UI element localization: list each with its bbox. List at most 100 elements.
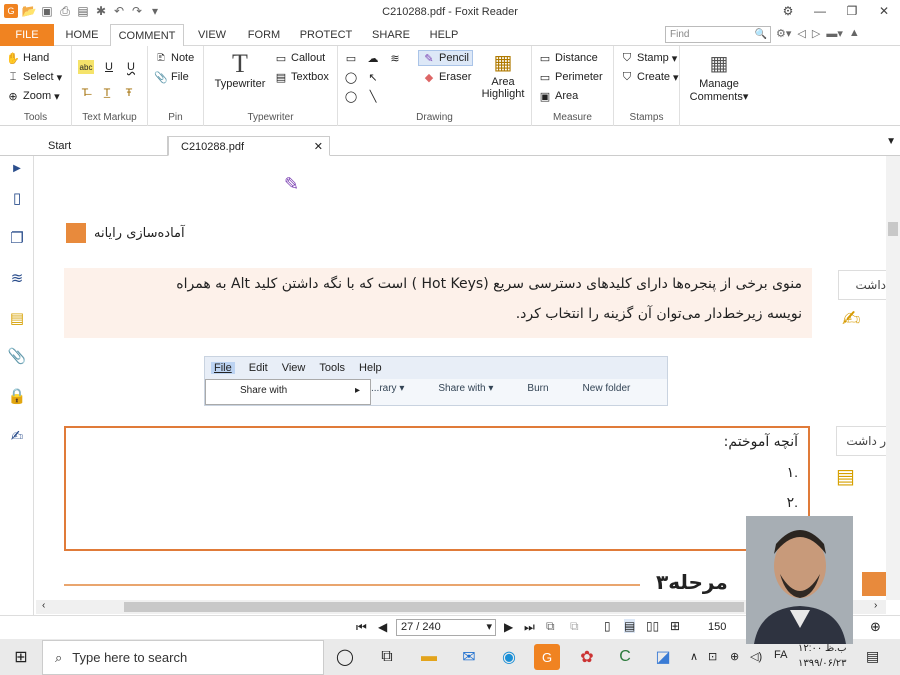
prev-page-icon[interactable]: ◀ xyxy=(378,620,387,634)
app-icon[interactable]: ◪ xyxy=(650,644,676,670)
camtasia-icon[interactable]: C xyxy=(612,644,638,670)
close-tab-button[interactable]: ✕ xyxy=(314,137,323,157)
highlight-icon[interactable]: abc xyxy=(78,60,94,74)
select-tool[interactable]: ⌶ Select ▾ xyxy=(6,70,62,84)
comments-icon[interactable]: ▤ xyxy=(7,308,27,328)
scroll-right-icon[interactable]: › xyxy=(874,600,877,611)
collapse-icon[interactable]: ▲ xyxy=(849,27,860,40)
clock-time[interactable]: ۱۲:۰۰ ب.ظ xyxy=(798,643,847,654)
tab-share[interactable]: SHARE xyxy=(366,24,416,46)
tab-file[interactable]: FILE xyxy=(0,24,54,46)
tab-start[interactable]: Start xyxy=(36,136,168,156)
network-icon[interactable]: ⊡ xyxy=(708,650,717,663)
circle-icon[interactable]: ◯ xyxy=(344,89,358,103)
scroll-left-icon[interactable]: ‹ xyxy=(42,600,45,611)
hand-tool[interactable]: ✋ Hand xyxy=(6,51,49,65)
single-page-icon[interactable]: ▯ xyxy=(604,619,611,633)
create-stamp-tool[interactable]: ⛉ Create ▾ xyxy=(620,70,679,84)
task-view-icon[interactable]: ⧉ xyxy=(374,644,400,670)
page-number-input[interactable]: 27 / 240 ▾ xyxy=(396,619,496,636)
tab-protect[interactable]: PROTECT xyxy=(296,24,356,46)
language-indicator[interactable]: FA xyxy=(774,649,787,661)
underline-icon[interactable]: U xyxy=(102,60,116,74)
distance-tool[interactable]: ▭ Distance xyxy=(538,51,598,65)
strikeout-icon[interactable]: T̶ xyxy=(78,86,92,100)
taskbar-search[interactable]: ⌕ Type here to search xyxy=(42,640,324,675)
polyline-icon[interactable]: ≋ xyxy=(388,51,402,65)
pages-icon[interactable]: ❐ xyxy=(7,228,27,248)
tab-list-icon[interactable]: ▼ xyxy=(886,136,896,147)
note-tool[interactable]: 🗈 Note xyxy=(154,51,194,65)
edge-icon[interactable]: ◉ xyxy=(496,644,522,670)
zoom-in-icon[interactable]: ⊕ xyxy=(870,619,881,635)
first-page-icon[interactable]: ⏮ xyxy=(356,620,367,635)
windows-start-icon[interactable]: ⊞ xyxy=(8,644,34,670)
cloud-icon[interactable]: ☁ xyxy=(366,51,380,65)
find-input[interactable]: Find 🔍 xyxy=(665,26,771,43)
next-icon[interactable]: ▷ xyxy=(812,27,820,40)
side-note-1[interactable]: داشت xyxy=(838,270,886,300)
signature-icon[interactable]: ✍ xyxy=(7,426,27,446)
next-view-icon[interactable]: ⧉ xyxy=(570,619,579,634)
cortana-icon[interactable]: ◯ xyxy=(332,644,358,670)
paint-icon[interactable]: ✿ xyxy=(574,644,600,670)
bookmark-icon[interactable]: ▬▾ xyxy=(826,27,843,40)
clock-date[interactable]: ۱۳۹۹/۰۶/۲۳ xyxy=(798,658,847,669)
tray-overflow-icon[interactable]: ∧ xyxy=(690,650,698,663)
facing-icon[interactable]: ▯▯ xyxy=(646,619,659,633)
replace-text-icon[interactable]: T̲ xyxy=(100,86,114,100)
pencil-tool[interactable]: ✎ Pencil xyxy=(418,50,473,66)
stamp-tool[interactable]: ⛉ Stamp ▾ xyxy=(620,51,677,65)
close-button[interactable]: ✕ xyxy=(868,0,900,22)
tab-home[interactable]: HOME xyxy=(60,24,104,46)
oval-icon[interactable]: ◯ xyxy=(344,70,358,84)
layout-icon[interactable]: ⚙ xyxy=(772,0,804,22)
continuous-facing-icon[interactable]: ⊞ xyxy=(670,619,680,633)
note-annotation-icon-2[interactable]: ▤ xyxy=(836,464,855,489)
file-tool[interactable]: 📎 File xyxy=(154,70,189,84)
tab-comment[interactable]: COMMENT xyxy=(110,24,184,47)
security-icon[interactable]: 🔒 xyxy=(7,386,27,406)
perimeter-tool[interactable]: ▭ Perimeter xyxy=(538,70,603,84)
horizontal-scroll-thumb[interactable] xyxy=(124,602,744,612)
prev-view-icon[interactable]: ⧉ xyxy=(546,619,555,634)
bookmarks-icon[interactable]: ▯ xyxy=(7,188,27,208)
volume-icon[interactable]: ◁) xyxy=(750,650,762,663)
squiggly-icon[interactable]: U xyxy=(124,60,138,74)
maximize-button[interactable]: ❐ xyxy=(836,0,868,22)
tab-form[interactable]: FORM xyxy=(242,24,286,46)
foxit-taskbar-icon[interactable]: G xyxy=(534,644,560,670)
side-note-2[interactable]: ر داشت xyxy=(836,426,886,456)
area-highlight-tool[interactable]: ▦ Area Highlight xyxy=(478,50,528,100)
vertical-scrollbar[interactable] xyxy=(886,156,900,600)
next-page-icon[interactable]: ▶ xyxy=(504,620,513,634)
prev-icon[interactable]: ◁ xyxy=(797,27,805,40)
mail-icon[interactable]: ✉ xyxy=(456,644,482,670)
globe-icon[interactable]: ⊕ xyxy=(730,650,739,663)
eraser-tool[interactable]: ◆ Eraser xyxy=(422,70,472,84)
insert-text-icon[interactable]: Ŧ xyxy=(122,86,136,100)
vertical-scroll-thumb[interactable] xyxy=(888,222,898,236)
area-tool[interactable]: ▣ Area xyxy=(538,89,578,103)
settings-icon[interactable]: ⚙▾ xyxy=(776,27,791,40)
attachments-icon[interactable]: 📎 xyxy=(7,346,27,366)
typewriter-tool[interactable]: T Typewriter xyxy=(210,50,270,91)
textbox-tool[interactable]: ▤ Textbox xyxy=(274,70,329,84)
line-icon[interactable]: ╲ xyxy=(366,89,380,103)
notifications-icon[interactable]: ▤ xyxy=(866,648,879,665)
minimize-button[interactable]: — xyxy=(804,0,836,22)
expand-panel-icon[interactable]: ▶ xyxy=(7,158,27,178)
note-annotation-icon[interactable]: ✍ xyxy=(842,306,860,332)
layers-icon[interactable]: ≋ xyxy=(7,268,27,288)
tab-view[interactable]: VIEW xyxy=(192,24,232,46)
search-icon[interactable]: 🔍 xyxy=(755,27,767,42)
zoom-tool[interactable]: ⊕ Zoom ▾ xyxy=(6,89,59,103)
callout-tool[interactable]: ▭ Callout xyxy=(274,51,325,65)
arrow-icon[interactable]: ↖ xyxy=(366,70,380,84)
rectangle-icon[interactable]: ▭ xyxy=(344,51,358,65)
continuous-icon[interactable]: ▤ xyxy=(624,619,636,633)
manage-comments-button[interactable]: ▦ Manage Comments▾ xyxy=(684,50,754,103)
zoom-level[interactable]: 150 xyxy=(708,621,726,633)
tab-document[interactable]: C210288.pdf ✕ xyxy=(168,136,330,156)
file-explorer-icon[interactable]: ▬ xyxy=(416,644,442,670)
